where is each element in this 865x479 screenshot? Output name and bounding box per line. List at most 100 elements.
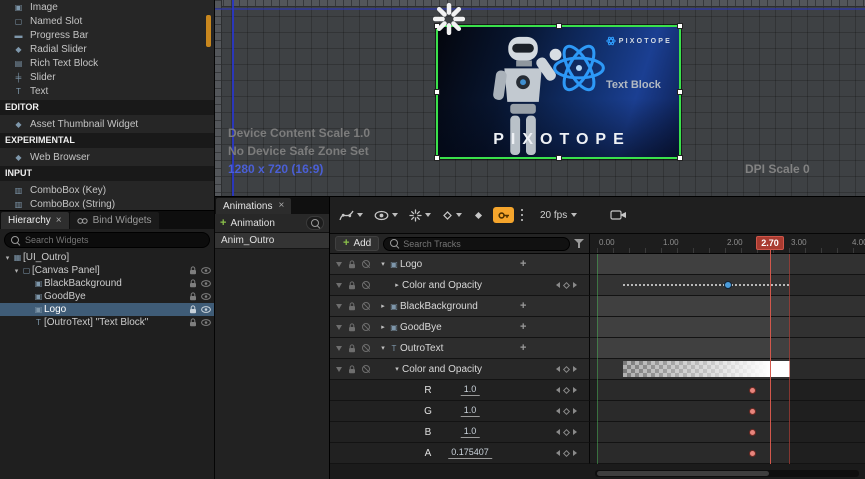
tab-animations[interactable]: Animations× bbox=[216, 198, 291, 214]
timeline-row-color-opacity-outrotext[interactable] bbox=[590, 359, 865, 380]
prev-key-icon[interactable] bbox=[556, 366, 560, 372]
pin-icon[interactable] bbox=[336, 283, 342, 288]
lock-icon[interactable] bbox=[348, 302, 356, 311]
prev-key-icon[interactable] bbox=[556, 408, 560, 414]
track-row-color-opacity-logo[interactable]: ▸ Color and Opacity bbox=[330, 275, 590, 296]
track-row-goodbye[interactable]: ▸ ▣ GoodBye + bbox=[330, 317, 590, 338]
timeline-row-g[interactable] bbox=[590, 401, 865, 422]
lock-icon[interactable] bbox=[189, 292, 197, 301]
eye-icon[interactable] bbox=[201, 267, 211, 274]
palette-item-combobox-key[interactable]: ▥ComboBox (Key) bbox=[0, 183, 214, 197]
overflow-menu-icon[interactable] bbox=[521, 209, 523, 211]
tab-bind-widgets[interactable]: Bind Widgets bbox=[70, 212, 159, 229]
eye-icon[interactable] bbox=[201, 280, 211, 287]
selection-handle[interactable] bbox=[434, 155, 440, 161]
close-icon[interactable]: × bbox=[278, 201, 284, 211]
keyframe-dot[interactable] bbox=[749, 387, 756, 394]
timeline-scrollbar[interactable] bbox=[595, 470, 859, 477]
animation-item-anim-outro[interactable]: Anim_Outro bbox=[215, 233, 329, 249]
channel-value-input[interactable]: 1.0 bbox=[461, 384, 480, 396]
channel-value-input[interactable]: 1.0 bbox=[461, 405, 480, 417]
channel-row-a[interactable]: A 0.175407 bbox=[330, 443, 590, 464]
track-row-blackbackground[interactable]: ▸ ▣ BlackBackground + bbox=[330, 296, 590, 317]
palette-item-slider[interactable]: ╪Slider bbox=[0, 70, 214, 84]
tab-hierarchy[interactable]: Hierarchy× bbox=[1, 212, 69, 229]
auto-key-toggle[interactable] bbox=[493, 207, 514, 223]
palette-item-web-browser[interactable]: ◆Web Browser bbox=[0, 150, 214, 164]
canvas-preview[interactable]: PIXOTOPE Text Block PIXOTOPE bbox=[436, 25, 681, 159]
expander-icon[interactable]: ▾ bbox=[12, 267, 21, 275]
mute-icon[interactable] bbox=[362, 323, 370, 331]
add-track-button[interactable]: +Add bbox=[335, 236, 379, 251]
mute-icon[interactable] bbox=[362, 302, 370, 310]
keyframe-dot[interactable] bbox=[749, 429, 756, 436]
close-icon[interactable]: × bbox=[56, 216, 62, 226]
pin-icon[interactable] bbox=[336, 325, 342, 330]
expander-icon[interactable]: ▸ bbox=[378, 323, 388, 331]
selection-handle[interactable] bbox=[556, 23, 562, 29]
hierarchy-row-logo[interactable]: ▣Logo bbox=[0, 303, 214, 316]
timeline-row-outrotext[interactable] bbox=[590, 338, 865, 359]
palette-item-rich-text-block[interactable]: ▤Rich Text Block bbox=[0, 56, 214, 70]
widget-search-input[interactable] bbox=[25, 235, 203, 245]
expander-icon[interactable]: ▾ bbox=[3, 254, 12, 262]
timeline-scrollbar-thumb[interactable] bbox=[597, 471, 769, 476]
palette-item-image[interactable]: ▣Image bbox=[0, 0, 214, 14]
curve-editor-button[interactable] bbox=[337, 207, 365, 224]
expander-icon[interactable]: ▾ bbox=[378, 344, 388, 352]
playhead-line[interactable] bbox=[770, 248, 771, 464]
track-search-input[interactable] bbox=[403, 239, 563, 249]
lock-icon[interactable] bbox=[189, 279, 197, 288]
track-row-color-opacity-outrotext[interactable]: ▾ Color and Opacity bbox=[330, 359, 590, 380]
keyframe-dot[interactable] bbox=[749, 408, 756, 415]
palette-scrollbar[interactable] bbox=[206, 15, 211, 47]
filter-icon[interactable] bbox=[574, 238, 584, 249]
palette-item-asset-thumbnail[interactable]: ◆Asset Thumbnail Widget bbox=[0, 117, 214, 131]
view-options-button[interactable] bbox=[372, 208, 400, 223]
timeline-row-a[interactable] bbox=[590, 443, 865, 464]
hierarchy-row-ui-outro[interactable]: ▾▦[UI_Outro] bbox=[0, 251, 214, 264]
palette-section-experimental[interactable]: EXPERIMENTAL bbox=[0, 133, 214, 148]
keying-options-button[interactable] bbox=[440, 208, 464, 223]
selection-handle[interactable] bbox=[434, 89, 440, 95]
channel-row-r[interactable]: R 1.0 bbox=[330, 380, 590, 401]
next-key-icon[interactable] bbox=[573, 429, 577, 435]
timeline-row-blackbackground[interactable] bbox=[590, 296, 865, 317]
palette-section-input[interactable]: INPUT bbox=[0, 166, 214, 181]
lock-icon[interactable] bbox=[348, 344, 356, 353]
fps-dropdown[interactable]: 20 fps bbox=[540, 210, 577, 221]
eye-icon[interactable] bbox=[201, 293, 211, 300]
mute-icon[interactable] bbox=[362, 344, 370, 352]
channel-value-input[interactable]: 0.175407 bbox=[448, 447, 492, 459]
add-section-button[interactable]: + bbox=[520, 258, 526, 270]
expander-icon[interactable]: ▾ bbox=[392, 365, 402, 373]
prev-key-icon[interactable] bbox=[556, 387, 560, 393]
track-search[interactable] bbox=[383, 237, 570, 251]
playback-options-button[interactable] bbox=[407, 207, 433, 224]
widget-search[interactable] bbox=[4, 232, 210, 248]
palette-item-text[interactable]: TText bbox=[0, 84, 214, 98]
channel-row-b[interactable]: B 1.0 bbox=[330, 422, 590, 443]
next-key-icon[interactable] bbox=[573, 387, 577, 393]
pin-icon[interactable] bbox=[336, 262, 342, 267]
add-key-icon[interactable] bbox=[563, 449, 570, 456]
lock-icon[interactable] bbox=[348, 281, 356, 290]
palette-item-combobox-string[interactable]: ▥ComboBox (String) bbox=[0, 197, 214, 210]
lock-icon[interactable] bbox=[189, 266, 197, 275]
timeline-row-logo[interactable] bbox=[590, 254, 865, 275]
pin-icon[interactable] bbox=[336, 304, 342, 309]
lock-icon[interactable] bbox=[189, 305, 197, 314]
next-key-icon[interactable] bbox=[573, 282, 577, 288]
selection-handle[interactable] bbox=[677, 89, 683, 95]
timeline-row-goodbye[interactable] bbox=[590, 317, 865, 338]
add-animation-button[interactable]: +Animation bbox=[220, 218, 275, 229]
eye-icon[interactable] bbox=[201, 306, 211, 313]
timeline-row-b[interactable] bbox=[590, 422, 865, 443]
lock-icon[interactable] bbox=[348, 260, 356, 269]
alpha-fade-section[interactable] bbox=[623, 361, 790, 377]
render-movie-button[interactable] bbox=[608, 207, 629, 223]
keyframe-dot[interactable] bbox=[749, 450, 756, 457]
playhead-marker[interactable]: 2.70 bbox=[756, 236, 784, 250]
add-key-icon[interactable] bbox=[563, 428, 570, 435]
palette-section-editor[interactable]: EDITOR bbox=[0, 100, 214, 115]
